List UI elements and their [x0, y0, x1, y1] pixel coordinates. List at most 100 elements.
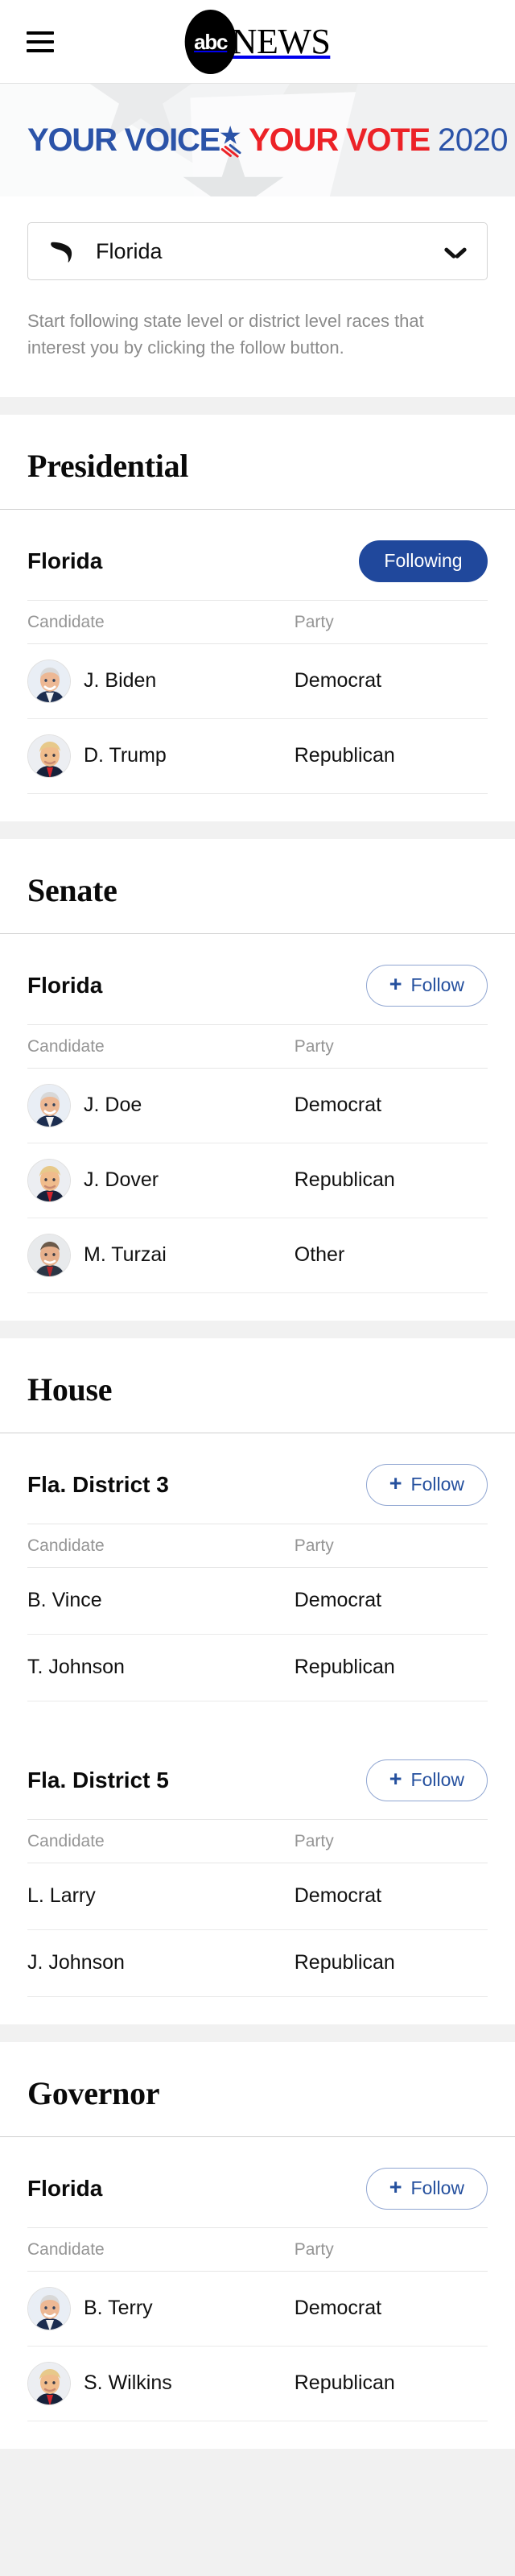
column-header-candidate: Candidate	[27, 1818, 295, 1863]
party-cell-content: Democrat	[295, 1863, 488, 1929]
helper-instruction-text: Start following state level or district …	[27, 311, 424, 358]
party-cell: Republican	[294, 1634, 488, 1701]
candidate-cell-content: B. Vince	[27, 1568, 295, 1634]
following-button-label: Following	[384, 550, 463, 572]
table-row: J. Dover Republican	[27, 1143, 488, 1218]
follow-button[interactable]: + Follow	[365, 2167, 488, 2210]
follow-button-label: Follow	[410, 1474, 464, 1495]
party-cell: Republican	[294, 2346, 488, 2421]
race-card: Fla. District 3 + Follow Candidate Party B. V…	[0, 1433, 515, 1729]
table-row: D. Trump Republican	[27, 718, 488, 794]
abc-logo-text: abc	[194, 29, 228, 54]
candidate-cell-content: B. Terry	[27, 2272, 295, 2346]
candidate-avatar-biden	[27, 659, 71, 703]
race-header: Florida + Follow	[27, 2137, 488, 2227]
hamburger-bar	[27, 39, 54, 43]
follow-button[interactable]: + Follow	[365, 1759, 488, 1801]
candidate-party: Democrat	[294, 1094, 382, 1117]
section-title: Senate	[27, 871, 117, 908]
candidate-party: Republican	[294, 1656, 395, 1679]
follow-button[interactable]: + Follow	[365, 1463, 488, 1506]
candidate-party: Democrat	[294, 669, 382, 693]
site-header: abc NEWS	[0, 0, 515, 84]
follow-button-label: Follow	[410, 1769, 464, 1791]
candidate-cell-content: L. Larry	[27, 1863, 295, 1929]
candidate-party: Democrat	[294, 1589, 382, 1612]
table-header-row: Candidate Party	[27, 1523, 488, 1568]
candidate-party: Other	[294, 1243, 345, 1267]
candidate-cell: J. Dover	[27, 1143, 295, 1218]
candidate-cell: J. Johnson	[27, 1929, 295, 1997]
table-row: J. Biden Democrat	[27, 643, 488, 719]
candidate-avatar-biden	[27, 1083, 71, 1127]
party-cell-content: Republican	[295, 1930, 488, 1996]
race-name: Florida	[27, 2175, 103, 2201]
candidate-cell: B. Vince	[27, 1567, 295, 1635]
section-separator	[0, 1320, 515, 1338]
florida-state-shape-icon	[49, 238, 80, 265]
candidate-cell-content: J. Dover	[27, 1143, 295, 1218]
follow-button-label: Follow	[410, 974, 464, 996]
banner-text: YOUR VOICE YOUR VOTE 2020	[0, 122, 508, 159]
race-name: Florida	[27, 548, 103, 573]
party-cell: Democrat	[294, 1863, 488, 1930]
candidate-cell: D. Trump	[27, 718, 295, 794]
candidate-cell-content: D. Trump	[27, 719, 295, 793]
candidate-cell-content: T. Johnson	[27, 1635, 295, 1701]
race-card: Fla. District 5 + Follow Candidate Party L. L…	[0, 1729, 515, 2024]
candidate-cell: L. Larry	[27, 1863, 295, 1930]
party-cell: Democrat	[294, 1068, 488, 1143]
candidate-name: S. Wilkins	[84, 2371, 172, 2395]
following-button[interactable]: Following	[359, 540, 488, 582]
table-row: M. Turzai Other	[27, 1218, 488, 1293]
candidate-avatar-turzai	[27, 1233, 71, 1277]
party-cell-content: Republican	[295, 1143, 488, 1218]
candidate-cell-content: S. Wilkins	[27, 2347, 295, 2421]
column-header-party: Party	[294, 1523, 488, 1568]
race-bottom-spacer	[27, 794, 488, 821]
candidate-cell-content: M. Turzai	[27, 1218, 295, 1292]
section-title: Governor	[27, 2074, 160, 2111]
candidate-name: J. Doe	[84, 1094, 142, 1117]
candidate-name: J. Biden	[84, 669, 157, 693]
race-header: Florida + Follow	[27, 934, 488, 1024]
candidate-name: J. Dover	[84, 1168, 159, 1192]
column-header-candidate: Candidate	[27, 2227, 295, 2272]
news-wordmark: NEWS	[231, 21, 331, 61]
candidate-name: B. Terry	[84, 2297, 153, 2320]
hamburger-menu-icon[interactable]	[27, 31, 54, 52]
candidate-avatar-trump	[27, 2361, 71, 2405]
section-presidential: Presidential Florida Following Candidate Par…	[0, 414, 515, 821]
state-select-dropdown[interactable]: Florida	[27, 222, 488, 280]
party-cell-content: Republican	[295, 2347, 488, 2421]
candidate-cell: B. Terry	[27, 2271, 295, 2347]
column-header-party: Party	[294, 2227, 488, 2272]
section-title: Presidential	[27, 447, 189, 484]
candidate-name: L. Larry	[27, 1884, 96, 1908]
your-voice-your-vote-banner: YOUR VOICE YOUR VOTE 2020	[0, 84, 515, 196]
abc-news-logo[interactable]: abc NEWS	[184, 9, 331, 74]
follow-button-label: Follow	[410, 2177, 464, 2199]
star-swoosh-icon	[216, 124, 250, 159]
section-senate: Senate Florida + Follow Candidate Party J. Doe…	[0, 838, 515, 1321]
banner-your-vote-text: YOUR VOTE	[249, 122, 431, 158]
candidate-avatar-trump	[27, 1158, 71, 1202]
follow-button[interactable]: + Follow	[365, 964, 488, 1007]
candidate-cell: S. Wilkins	[27, 2346, 295, 2421]
party-cell: Democrat	[294, 2271, 488, 2347]
table-row: J. Johnson Republican	[27, 1929, 488, 1997]
section-title: House	[27, 1371, 113, 1408]
abc-circle-icon: abc	[184, 9, 237, 74]
party-cell-content: Democrat	[295, 2272, 488, 2346]
table-header-row: Candidate Party	[27, 2227, 488, 2272]
section-separator	[0, 396, 515, 415]
race-header: Fla. District 5 + Follow	[27, 1729, 488, 1819]
banner-year-text: 2020	[437, 122, 508, 158]
plus-icon: +	[389, 1767, 402, 1792]
race-header: Florida Following	[27, 510, 488, 600]
candidate-party: Republican	[294, 2371, 395, 2395]
race-bottom-spacer	[27, 1701, 488, 1729]
candidate-cell: J. Doe	[27, 1068, 295, 1143]
party-cell: Democrat	[294, 643, 488, 719]
table-header-row: Candidate Party	[27, 599, 488, 644]
